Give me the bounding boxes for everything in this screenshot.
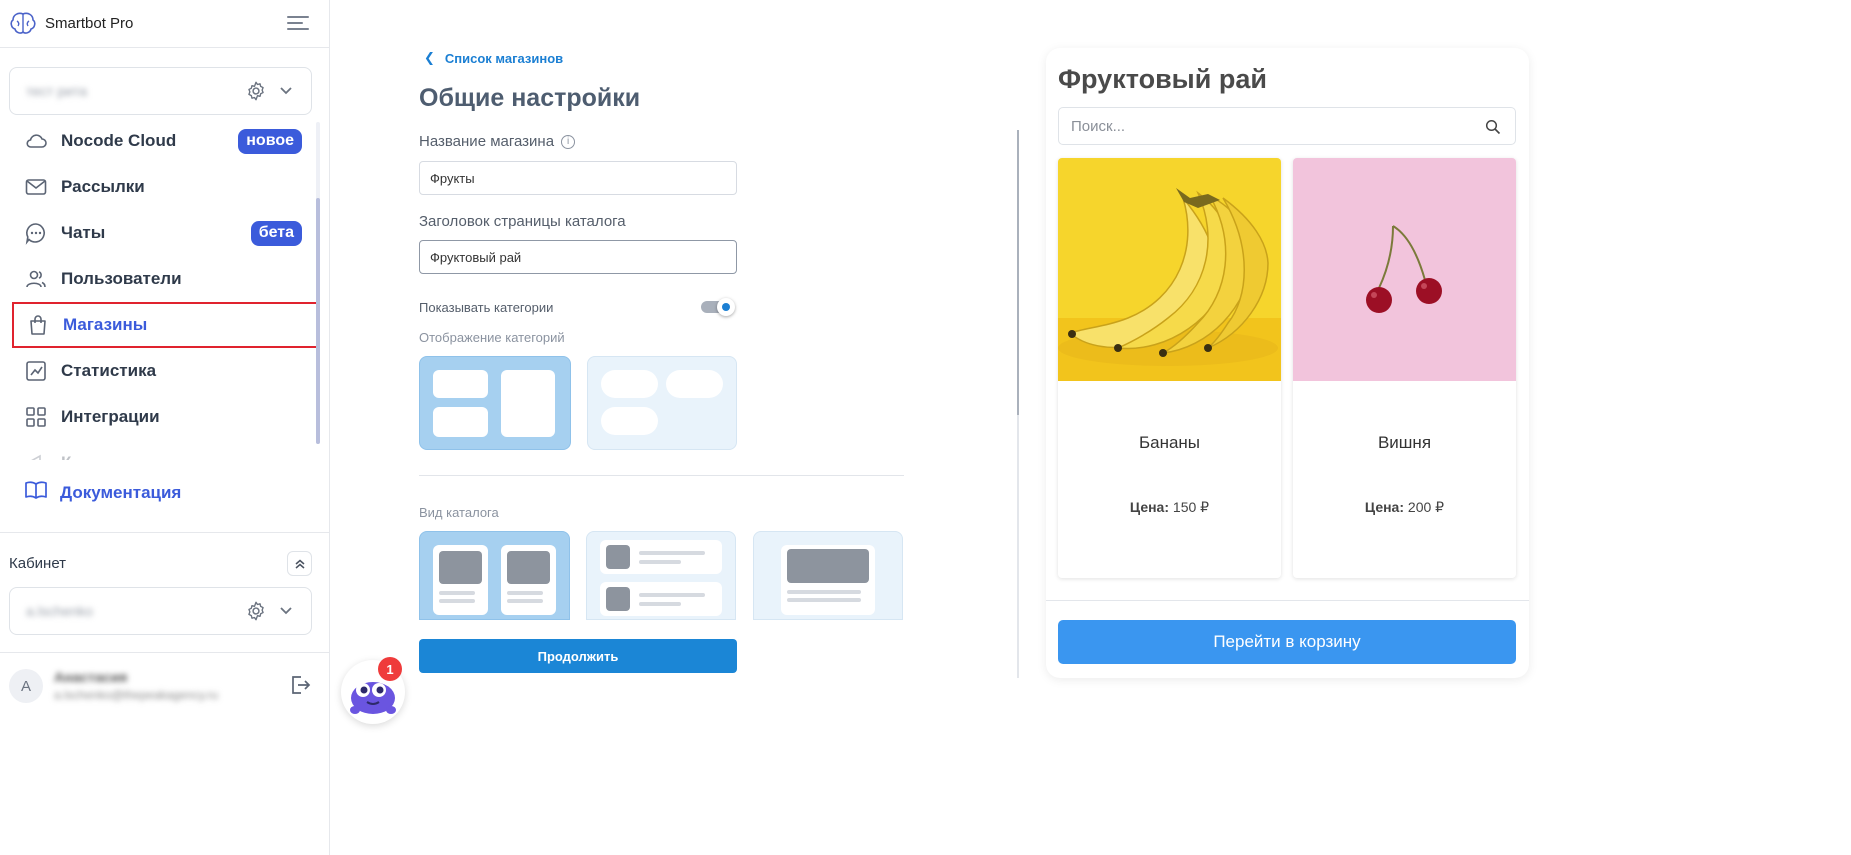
go-to-cart-button[interactable]: Перейти в корзину [1058, 620, 1516, 664]
show-categories-label: Показывать категории [419, 300, 554, 315]
preview-title: Фруктовый рай [1058, 64, 1267, 94]
sidebar-item-statistics[interactable]: Статистика [12, 348, 318, 394]
settings-scrollbar[interactable] [1017, 130, 1019, 678]
sidebar-item-label: Рассылки [61, 177, 145, 196]
brain-logo-icon [9, 10, 37, 38]
product-name: Бананы [1138, 433, 1201, 452]
catalog-title-label-row: Заголовок страницы каталога [419, 213, 626, 230]
category-display-tiles-option[interactable] [419, 356, 571, 450]
preview-divider [1046, 600, 1529, 601]
workspace-select[interactable]: тест рита [9, 67, 312, 115]
category-display-pills-option[interactable] [587, 356, 737, 450]
sidebar-item-mailings[interactable]: Рассылки [12, 164, 318, 210]
beta-badge: бета [250, 220, 302, 246]
grid-icon [24, 405, 48, 429]
gear-icon[interactable] [245, 600, 267, 627]
preview-search-input[interactable]: Поиск... [1058, 107, 1516, 145]
section-divider [419, 475, 904, 476]
cabinet-section: Кабинет a.lschenko [0, 532, 330, 635]
price-value: 150 ₽ [1172, 499, 1210, 515]
sidebar-nav: Nocode Cloud новое Рассылки Чаты бета По… [12, 118, 318, 460]
documentation-label: Документация [60, 482, 182, 502]
logout-icon[interactable] [288, 673, 312, 702]
info-icon[interactable]: i [561, 134, 576, 149]
sidebar-scrollbar[interactable] [316, 122, 320, 444]
cloud-icon [24, 129, 48, 153]
sidebar-item-label: К [61, 453, 71, 460]
cabinet-account: a.lschenko [26, 603, 93, 619]
chevron-down-icon[interactable] [279, 603, 293, 624]
page-title: Общие настройки [419, 84, 641, 112]
sidebar-item-label: Nocode Cloud [61, 131, 177, 150]
back-label: Список магазинов [444, 50, 564, 66]
banana-image [1058, 158, 1281, 381]
gear-icon[interactable] [245, 80, 267, 107]
chart-icon [24, 359, 48, 383]
book-icon [24, 478, 48, 507]
chat-bubble-icon [24, 221, 48, 245]
app-name: Smartbot Pro [45, 15, 134, 32]
user-panel: А Анастасия a.lschenko@thepeakagency.ru [0, 652, 330, 722]
continue-button[interactable]: Продолжить [419, 639, 737, 673]
store-name-input[interactable] [419, 161, 737, 195]
sidebar-item-label: Магазины [63, 315, 148, 334]
user-name: Анастасия [54, 669, 128, 685]
sidebar-item-integrations[interactable]: Интеграции [12, 394, 318, 440]
sidebar-item-label: Статистика [61, 361, 157, 380]
catalog-view-label: Вид каталога [419, 505, 499, 520]
cabinet-title: Кабинет [9, 555, 67, 572]
price-label: Цена: [1364, 499, 1405, 515]
sidebar-item-label: Чаты [61, 223, 106, 242]
catalog-view-grid-option[interactable] [419, 531, 570, 620]
sidebar-item-label: Пользователи [61, 269, 182, 288]
product-price: Цена: 200 ₽ [1293, 499, 1516, 516]
megaphone-icon [24, 451, 48, 460]
cherry-image [1293, 158, 1516, 381]
price-value: 200 ₽ [1407, 499, 1445, 515]
catalog-view-list-option[interactable] [586, 531, 736, 620]
brand-bar: Smartbot Pro [0, 0, 329, 48]
cabinet-select[interactable]: a.lschenko [9, 587, 312, 635]
catalog-title-input[interactable] [419, 240, 737, 274]
notification-count-badge: 1 [378, 657, 402, 681]
documentation-link[interactable]: Документация [24, 478, 181, 507]
store-name-label-row: Название магазина i [419, 133, 576, 150]
show-categories-toggle[interactable] [701, 298, 735, 316]
new-badge: новое [238, 128, 302, 154]
catalog-view-wide-option[interactable] [753, 531, 903, 620]
hamburger-menu-icon[interactable] [287, 12, 309, 32]
users-icon [24, 267, 48, 291]
sidebar-item-stores[interactable]: Магазины [12, 302, 318, 348]
catalog-title-label: Заголовок страницы каталога [419, 213, 626, 230]
avatar[interactable]: А [9, 669, 43, 703]
price-label: Цена: [1129, 499, 1170, 515]
chevron-left-icon: ❮ [424, 50, 435, 65]
workspace-name: тест рита [26, 83, 87, 99]
sidebar-item-chats[interactable]: Чаты бета [12, 210, 318, 256]
product-name: Вишня [1377, 433, 1432, 452]
shopping-bag-icon [26, 313, 50, 337]
product-price: Цена: 150 ₽ [1058, 499, 1281, 516]
sidebar-item-nocode-cloud[interactable]: Nocode Cloud новое [12, 118, 318, 164]
chevron-down-icon[interactable] [279, 83, 293, 104]
search-icon[interactable] [1485, 119, 1501, 139]
sidebar-item-users[interactable]: Пользователи [12, 256, 318, 302]
category-display-label: Отображение категорий [419, 330, 565, 345]
product-card[interactable]: Бананы Цена: 150 ₽ [1058, 158, 1281, 578]
sidebar: Smartbot Pro тест рита Nocode Cloud ново… [0, 0, 330, 855]
back-to-stores-link[interactable]: ❮ Список магазинов [424, 50, 563, 66]
user-email: a.lschenko@thepeakagency.ru [54, 688, 219, 702]
envelope-icon [24, 175, 48, 199]
store-name-label: Название магазина [419, 133, 555, 150]
search-placeholder: Поиск... [1071, 117, 1126, 135]
assistant-bot-button[interactable]: 1 [341, 657, 405, 724]
sidebar-item-partial[interactable]: К [12, 440, 318, 460]
sidebar-item-label: Интеграции [61, 407, 160, 426]
product-card[interactable]: Вишня Цена: 200 ₽ [1293, 158, 1516, 578]
chevron-up-double-icon[interactable] [287, 551, 312, 576]
store-preview: Фруктовый рай Поиск... Бананы Цена: 150 … [1046, 48, 1529, 678]
